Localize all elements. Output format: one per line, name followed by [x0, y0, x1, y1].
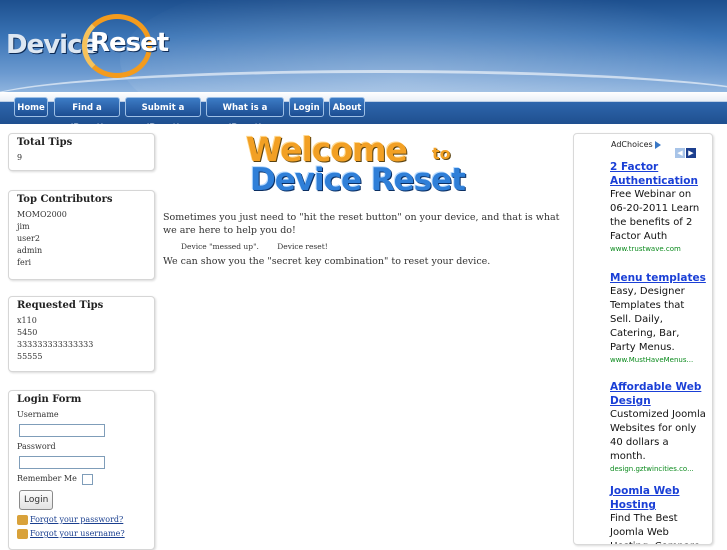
- adchoices-icon: [654, 140, 661, 149]
- total-tips-module: Total Tips 9: [8, 133, 155, 171]
- nav-login[interactable]: Login: [289, 97, 324, 117]
- adchoices-link[interactable]: AdChoices: [611, 140, 661, 149]
- ad-item[interactable]: 2 Factor Authentication Free Webinar on …: [610, 160, 706, 253]
- ad-item[interactable]: Menu templates Easy, Designer Templates …: [610, 271, 706, 364]
- ad-url[interactable]: design.gztwincities.co...: [610, 465, 706, 473]
- ads-panel: AdChoices ◀ ▶ 2 Factor Authentication Fre…: [573, 133, 713, 545]
- ad-text: Customized Joomla Websites for only 40 d…: [610, 409, 706, 462]
- requested-tip-item[interactable]: x110: [17, 315, 146, 327]
- site-logo[interactable]: Device Reset: [6, 14, 169, 78]
- ad-title[interactable]: 2 Factor Authentication: [610, 160, 706, 188]
- ad-text: Find The Best Joomla Web Hosting. Compar…: [610, 513, 700, 544]
- welcome-to: to: [432, 144, 451, 163]
- ad-title[interactable]: Joomla Web Hosting: [610, 484, 706, 512]
- caption-messed-up: Device "messed up".: [181, 242, 259, 251]
- welcome-banner: Welcome to Device Reset: [246, 130, 480, 198]
- contributor-item[interactable]: user2: [17, 233, 146, 245]
- module-title: Total Tips: [17, 137, 73, 148]
- caption-reset: Device reset!: [277, 242, 328, 251]
- module-title: Requested Tips: [17, 300, 104, 311]
- login-button[interactable]: Login: [19, 490, 54, 510]
- module-title: Login Form: [17, 394, 82, 405]
- password-label: Password: [17, 442, 56, 451]
- ad-url[interactable]: www.trustwave.com: [610, 245, 706, 253]
- secondary-paragraph: We can show you the "secret key combinat…: [163, 256, 491, 267]
- nav-submit-reset[interactable]: Submit a 'Reset': [125, 97, 201, 133]
- contributor-item[interactable]: jim: [17, 221, 146, 233]
- ad-title[interactable]: Menu templates: [610, 271, 706, 285]
- image-captions: Device "messed up". Device reset!: [163, 240, 563, 253]
- requested-tip-item[interactable]: 55555: [17, 351, 146, 363]
- ad-text: Easy, Designer Templates that Sell. Dail…: [610, 286, 685, 353]
- username-label: Username: [17, 410, 59, 419]
- logo-reset-text: Reset: [90, 28, 169, 58]
- nav-about[interactable]: About: [329, 97, 365, 117]
- main-content: Sometimes you just need to "hit the rese…: [163, 211, 563, 268]
- password-input[interactable]: [19, 456, 105, 469]
- ad-item[interactable]: Affordable Web Design Customized Joomla …: [610, 380, 706, 473]
- nav-what-is-reset[interactable]: What is a 'Reset': [206, 97, 284, 133]
- login-form-module: Login Form Username Password Remember Me…: [8, 390, 155, 550]
- requested-tip-item[interactable]: 333333333333333: [17, 339, 146, 351]
- username-input[interactable]: [19, 424, 105, 437]
- nav-home[interactable]: Home: [14, 97, 48, 117]
- forgot-username-link[interactable]: Forgot your username?: [30, 529, 125, 538]
- contributor-item[interactable]: admin: [17, 245, 146, 257]
- site-header: Device Reset: [0, 0, 727, 92]
- nav-find-reset[interactable]: Find a 'Reset': [54, 97, 120, 133]
- module-title: Top Contributors: [17, 194, 113, 205]
- ad-item[interactable]: Joomla Web Hosting Find The Best Joomla …: [610, 484, 706, 544]
- remember-me-label: Remember Me: [17, 474, 77, 483]
- forgot-password-link[interactable]: Forgot your password?: [30, 515, 123, 524]
- requested-tip-item[interactable]: 5450: [17, 327, 146, 339]
- ad-title[interactable]: Affordable Web Design: [610, 380, 706, 408]
- welcome-subtitle: Device Reset: [250, 162, 466, 198]
- total-tips-value: 9: [17, 153, 23, 162]
- ad-url[interactable]: www.MustHaveMenus...: [610, 356, 706, 364]
- chevron-left-icon[interactable]: ◀: [675, 148, 685, 158]
- key-icon: [17, 529, 28, 539]
- contributor-item[interactable]: feri: [17, 257, 146, 269]
- intro-paragraph: Sometimes you just need to "hit the rese…: [163, 212, 560, 236]
- top-contributors-module: Top Contributors MOMO2000 jim user2 admi…: [8, 190, 155, 280]
- key-icon: [17, 515, 28, 525]
- contributor-item[interactable]: MOMO2000: [17, 209, 146, 221]
- remember-me-checkbox[interactable]: [82, 473, 94, 485]
- ad-text: Free Webinar on 06-20-2011 Learn the ben…: [610, 189, 700, 242]
- requested-tips-module: Requested Tips x110 5450 333333333333333…: [8, 296, 155, 372]
- chevron-right-icon[interactable]: ▶: [686, 148, 696, 158]
